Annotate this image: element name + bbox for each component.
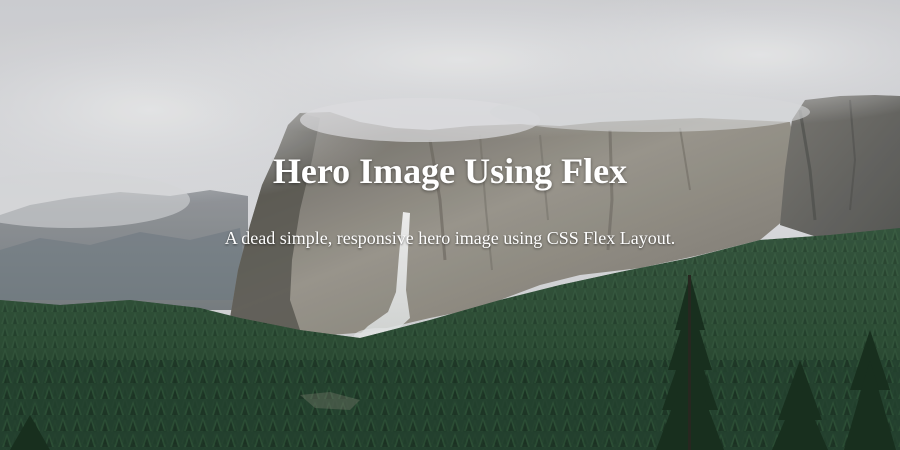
hero-content: Hero Image Using Flex A dead simple, res… (225, 151, 675, 249)
hero-title: Hero Image Using Flex (272, 151, 628, 191)
hero-subtitle: A dead simple, responsive hero image usi… (224, 228, 676, 248)
hero-section: Hero Image Using Flex A dead simple, res… (0, 0, 900, 450)
